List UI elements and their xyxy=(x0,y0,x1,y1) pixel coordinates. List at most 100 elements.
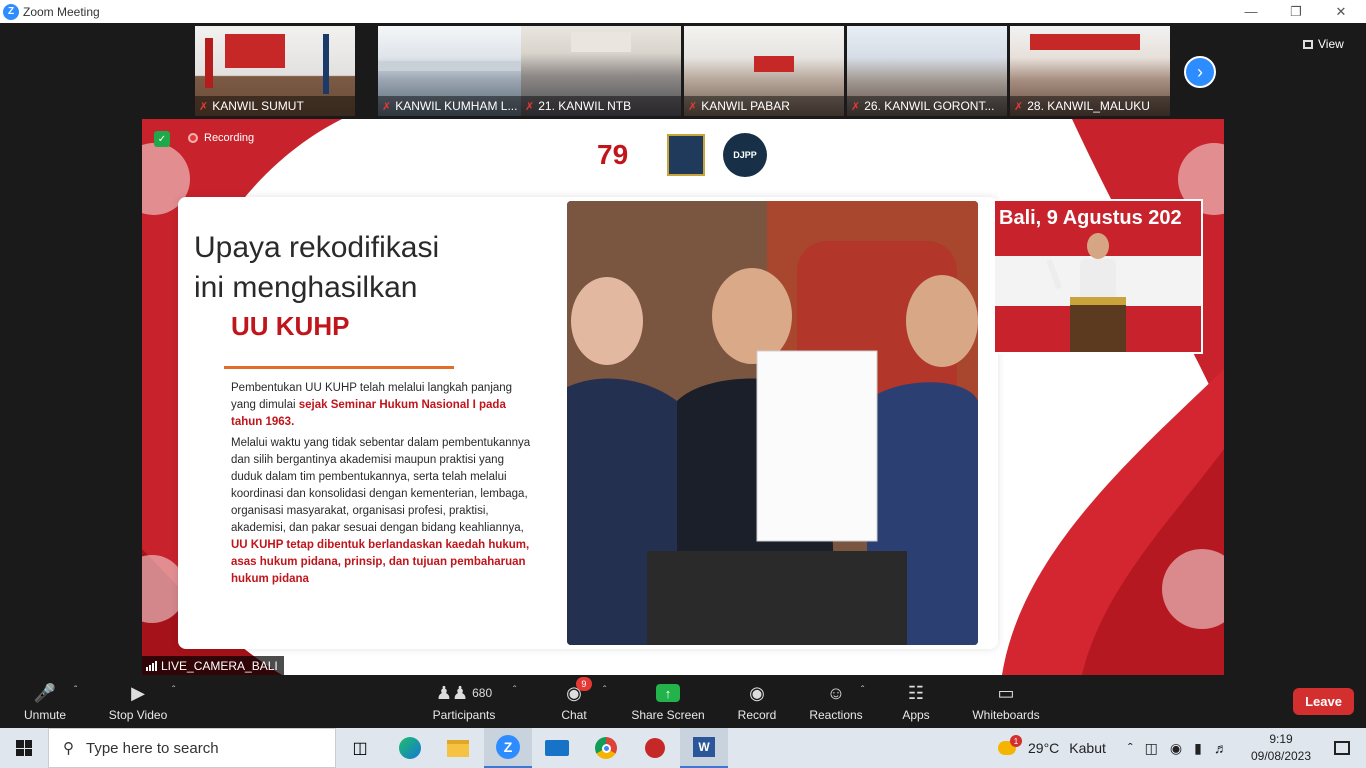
muted-mic-icon: ✗ xyxy=(382,100,392,113)
participant-thumbnail[interactable]: ✗ KANWIL PABAR xyxy=(684,26,844,116)
chat-bubble-icon: ◉ 9 xyxy=(566,677,592,705)
share-screen-button[interactable]: ↑ Share Screen xyxy=(631,675,705,728)
windows-taskbar: ⚲ Type here to search ◫ Z W 1 29°C Kabut… xyxy=(0,728,1366,768)
slide-title-red: UU KUHP xyxy=(231,311,350,341)
close-button[interactable]: ✕ xyxy=(1318,0,1364,23)
whiteboards-button[interactable]: ▭ Whiteboards xyxy=(968,675,1044,728)
taskbar-file-explorer[interactable] xyxy=(434,728,482,768)
zoom-logo-icon: Z xyxy=(3,3,19,20)
system-tray: ˆ ◫ ◉ ▮ ♬ xyxy=(1128,728,1228,768)
participant-thumbnail[interactable]: ✗ 28. KANWIL_MALUKU xyxy=(1010,26,1170,116)
participant-thumbnail[interactable]: ✗ 26. KANWIL GORONT... xyxy=(847,26,1007,116)
participant-thumbnail[interactable]: ✗ KANWIL SUMUT xyxy=(195,26,355,116)
word-icon: W xyxy=(693,737,715,757)
participants-count: 680 xyxy=(472,686,493,700)
smiley-icon: ☺ xyxy=(826,682,846,703)
chat-options-caret[interactable]: ˆ xyxy=(603,685,606,696)
mail-icon xyxy=(545,740,569,756)
taskbar-mail[interactable] xyxy=(533,728,581,768)
task-view-icon: ◫ xyxy=(352,740,368,757)
microphone-icon[interactable]: ▮ xyxy=(1194,740,1202,757)
stop-video-button[interactable]: ▶ Stop Video xyxy=(107,675,169,728)
apps-icon: ☷ xyxy=(907,682,925,703)
leave-button[interactable]: Leave xyxy=(1293,688,1354,715)
windows-logo-icon xyxy=(16,740,32,756)
reactions-options-caret[interactable]: ˆ xyxy=(861,685,864,696)
recording-indicator[interactable]: Recording xyxy=(188,132,254,144)
notification-icon xyxy=(1334,741,1350,755)
taskbar-edge[interactable] xyxy=(386,728,434,768)
muted-mic-icon: ✗ xyxy=(688,100,698,113)
notification-center-button[interactable] xyxy=(1318,728,1366,768)
maximize-button[interactable]: ❐ xyxy=(1273,0,1319,23)
search-placeholder: Type here to search xyxy=(86,739,219,757)
taskbar-word[interactable]: W xyxy=(680,728,728,768)
muted-mic-icon: ✗ xyxy=(525,100,535,113)
participant-thumbnail[interactable]: ✗ KANWIL KUMHAM L... xyxy=(378,26,538,116)
clock-time: 9:19 xyxy=(1269,732,1293,746)
volume-icon[interactable]: ♬ xyxy=(1214,740,1228,756)
video-options-caret[interactable]: ˆ xyxy=(172,685,175,696)
thumbnail-label: ✗ KANWIL KUMHAM L... xyxy=(378,96,538,116)
thumbnail-label: ✗ 28. KANWIL_MALUKU xyxy=(1010,96,1170,116)
chat-badge: 9 xyxy=(575,677,592,691)
weather-widget[interactable]: 1 29°C Kabut xyxy=(998,728,1106,768)
participants-options-caret[interactable]: ˆ xyxy=(513,685,516,696)
reactions-button[interactable]: ☺ Reactions xyxy=(808,675,864,728)
edge-icon xyxy=(399,737,421,759)
start-button[interactable] xyxy=(0,728,48,768)
signal-bars-icon xyxy=(146,660,157,671)
zoom-app-icon: Z xyxy=(496,735,520,759)
next-page-button[interactable]: › xyxy=(1184,56,1216,88)
unmute-button[interactable]: 🎤 Unmute xyxy=(20,675,70,728)
taskbar-clock[interactable]: 9:19 09/08/2023 xyxy=(1246,731,1316,765)
clock-date: 09/08/2023 xyxy=(1250,749,1312,763)
encryption-shield-icon[interactable]: ✓ xyxy=(154,131,170,147)
thumbnail-label: ✗ 26. KANWIL GORONT... xyxy=(847,96,1007,116)
speaker-inset-video: Bali, 9 Agustus 202 xyxy=(993,199,1203,354)
kemenkumham-logo xyxy=(667,134,705,176)
chevron-up-icon[interactable]: ˆ xyxy=(1128,740,1133,756)
anniversary-79-logo: 79 xyxy=(597,139,629,170)
taskbar-search[interactable]: ⚲ Type here to search xyxy=(48,728,336,768)
slide-photo xyxy=(567,201,978,645)
chat-button[interactable]: ◉ 9 Chat xyxy=(554,675,594,728)
slide-title-line1: Upaya rekodifikasi xyxy=(194,231,440,264)
share-screen-icon: ↑ xyxy=(656,684,680,702)
title-underline xyxy=(224,366,454,369)
thumbnail-label: ✗ 21. KANWIL NTB xyxy=(521,96,681,116)
participant-thumbnail[interactable]: ✗ 21. KANWIL NTB xyxy=(521,26,681,116)
camera-name-label: LIVE_CAMERA_BALI xyxy=(142,656,284,675)
camera-name: LIVE_CAMERA_BALI xyxy=(161,658,278,673)
recording-label: Recording xyxy=(204,132,255,144)
muted-mic-icon: ✗ xyxy=(851,100,861,113)
video-camera-icon: ▶ xyxy=(131,682,145,703)
shared-video: ✓ Recording 79 DJPP Upaya rekodifikasi i… xyxy=(142,119,1224,675)
weather-icon: 1 xyxy=(998,735,1022,755)
recording-dot-icon xyxy=(188,133,198,143)
weather-text: Kabut xyxy=(1069,740,1106,756)
network-icon[interactable]: ◫ xyxy=(1145,740,1158,757)
view-label: View xyxy=(1318,37,1344,51)
taskbar-app-red[interactable] xyxy=(631,728,679,768)
slide-paragraph-1: Pembentukan UU KUHP telah melalui langka… xyxy=(231,382,513,428)
weather-temp: 29°C xyxy=(1028,740,1060,756)
view-button[interactable]: View xyxy=(1303,33,1358,55)
audio-options-caret[interactable]: ˆ xyxy=(74,685,77,696)
meeting-toolbar: 🎤 Unmute ˆ ▶ Stop Video ˆ ♟♟ 680 Partici… xyxy=(0,675,1366,728)
speaker-figure xyxy=(995,233,1201,352)
title-bar: Z Zoom Meeting — ❐ ✕ xyxy=(0,0,1366,23)
taskbar-chrome[interactable] xyxy=(582,728,630,768)
search-icon: ⚲ xyxy=(63,740,74,757)
apps-button[interactable]: ☷ Apps xyxy=(898,675,934,728)
chrome-icon xyxy=(595,737,617,759)
taskbar-zoom[interactable]: Z xyxy=(484,728,532,768)
participants-button[interactable]: ♟♟ 680 Participants xyxy=(432,675,496,728)
participants-icon: ♟♟ 680 xyxy=(435,682,493,703)
task-view-button[interactable]: ◫ xyxy=(336,728,384,768)
djpp-logo: DJPP xyxy=(723,133,767,177)
webcam-icon[interactable]: ◉ xyxy=(1170,740,1182,757)
minimize-button[interactable]: — xyxy=(1228,0,1274,23)
record-button[interactable]: ◉ Record xyxy=(735,675,779,728)
grid-view-icon xyxy=(1303,39,1313,49)
